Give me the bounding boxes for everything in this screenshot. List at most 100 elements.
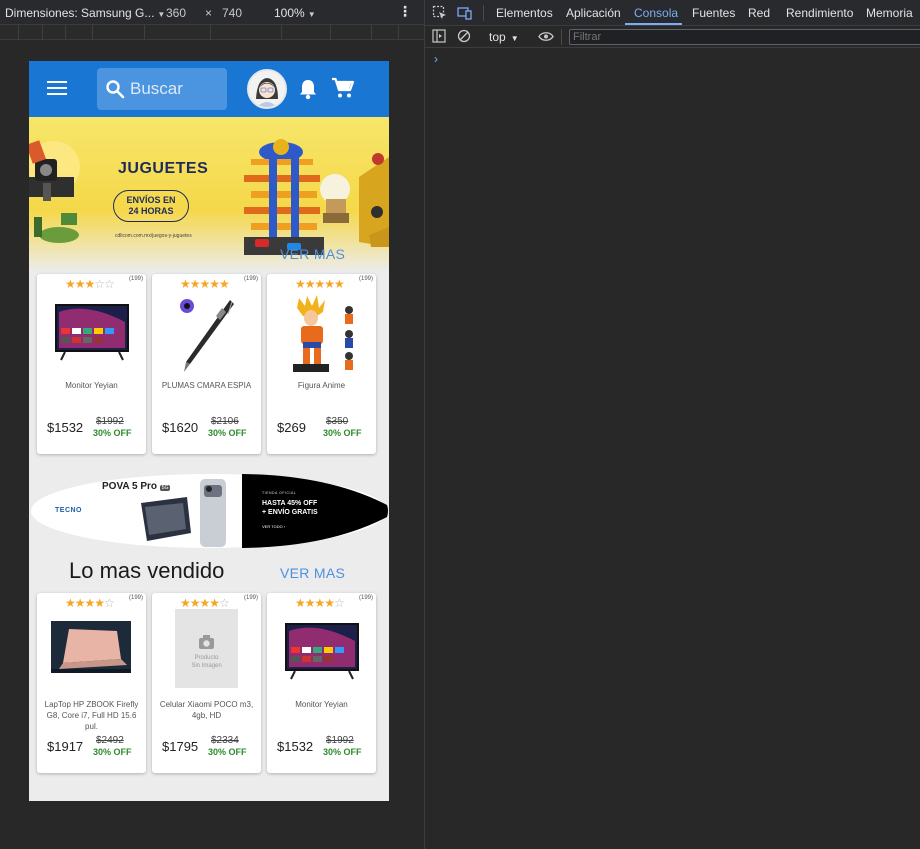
device-dimensions-select[interactable]: Dimensiones: Samsung G... ▼ [5, 6, 165, 20]
zoom-value: 100% [274, 6, 305, 20]
product-image-spy-pen [180, 299, 234, 372]
product-old-price: $2334 [211, 735, 239, 746]
promo-brand: TECNO [55, 507, 82, 514]
promo-artwork [31, 474, 388, 548]
rating-count: (199) [358, 595, 373, 601]
discount-label: 30% OFF [93, 428, 132, 438]
product-name: Figura Anime [297, 381, 346, 390]
device-width-input[interactable]: 360 [166, 6, 186, 20]
discount-label: 30% OFF [93, 747, 132, 757]
notifications-bell-icon[interactable] [298, 78, 318, 100]
tab-red[interactable]: Red [748, 6, 770, 20]
promo-product-badge: 5G [159, 485, 171, 491]
product-price: $1532 [47, 420, 84, 435]
shipping-badge: ENVÍOS EN 24 HORAS [113, 190, 189, 222]
chevron-down-icon: ▼ [510, 34, 519, 43]
rating-count: (199) [243, 595, 258, 601]
shipping-badge-line1: ENVÍOS EN [126, 195, 176, 205]
devtools-tab-bar: Elementos Aplicación Consola Fuentes Red… [425, 0, 920, 26]
menu-icon[interactable] [47, 81, 67, 97]
shopping-cart-icon[interactable] [331, 77, 355, 99]
camera-icon [199, 635, 214, 649]
product-old-price: $2106 [211, 416, 239, 427]
rating-count: (199) [358, 276, 373, 282]
device-toolbar: Dimensiones: Samsung G... ▼ 360 × 740 100… [0, 0, 424, 25]
product-card[interactable]: ★★★★★ (199) Figura Anime $269 $350 30% O… [267, 274, 376, 454]
sidebar-toggle-icon[interactable] [432, 29, 446, 43]
product-card[interactable]: ★★★★☆ (199) Producto Sin Imagen Celular … [152, 593, 261, 773]
rating-stars: ★★★★★ [180, 277, 230, 291]
rating-stars: ★★★★☆ [65, 596, 115, 610]
device-toolbar-icon[interactable] [457, 5, 473, 21]
discount-label: 30% OFF [208, 428, 247, 438]
product-name: Monitor Yeyian [65, 381, 118, 390]
product-card[interactable]: ★★★★☆ (199) Monitor Yeyian $1532 $1992 3… [267, 593, 376, 773]
tab-aplicacion[interactable]: Aplicación [566, 6, 621, 20]
rating-count: (199) [243, 276, 258, 282]
clear-console-icon[interactable] [457, 29, 471, 43]
tab-rendimiento[interactable]: Rendimiento [786, 6, 853, 20]
toolbar-separator [561, 29, 562, 45]
console-prompt[interactable]: › [434, 52, 438, 66]
product-image-monitor [285, 623, 359, 680]
banner-title: JUGUETES [118, 160, 209, 177]
tab-fuentes[interactable]: Fuentes [692, 6, 735, 20]
search-input[interactable] [130, 68, 222, 110]
product-name: LapTop HP ZBOOK Firefly G8, Core i7, Ful… [44, 700, 139, 731]
banner-url: cdlicom.com.mx/juegos-y-juguetes [115, 233, 192, 239]
product-image-placeholder: Producto Sin Imagen [175, 609, 238, 688]
product-card[interactable]: ★★★★☆ (199) LapTop HP ZBOOK Firefly G8, … [37, 593, 146, 773]
device-name: Dimensiones: Samsung G... [5, 6, 155, 20]
product-card[interactable]: ★★★★★ (199) PLUMAS CMARA ESPIA $1620 $21… [152, 274, 261, 454]
product-card[interactable]: ★★★☆☆ (199) Monitor Yeyian $1532 $1992 3… [37, 274, 146, 454]
chevron-down-icon: ▼ [307, 10, 316, 19]
console-toolbar: top ▼ [425, 26, 920, 48]
rating-count: (199) [128, 595, 143, 601]
live-expression-eye-icon[interactable] [538, 31, 554, 42]
dimension-times: × [205, 6, 213, 20]
tab-separator [483, 5, 484, 21]
rating-stars: ★★★★★ [295, 277, 345, 291]
promo-offer-line1: HASTA 45% OFF [262, 500, 318, 507]
context-value: top [489, 30, 506, 44]
panel-divider[interactable] [424, 0, 425, 849]
avatar[interactable] [247, 69, 287, 109]
product-old-price: $2492 [96, 735, 124, 746]
product-price: $1917 [47, 739, 84, 754]
device-height-input[interactable]: 740 [222, 6, 242, 20]
discount-label: 30% OFF [323, 747, 362, 757]
product-old-price: $1992 [96, 416, 124, 427]
ver-mas-link[interactable]: VER MAS [280, 246, 345, 262]
product-old-price: $1992 [326, 735, 354, 746]
more-options-icon[interactable]: ⋮ [398, 3, 412, 20]
chevron-down-icon: ▼ [157, 10, 166, 19]
zoom-select[interactable]: 100% ▼ [274, 6, 316, 20]
app-bar [29, 61, 389, 117]
context-select[interactable]: top ▼ [489, 30, 519, 44]
placeholder-line2: Sin Imagen [191, 663, 222, 669]
rating-stars: ★★★☆☆ [65, 277, 115, 291]
product-price: $1795 [162, 739, 199, 754]
console-filter-input[interactable] [569, 29, 920, 45]
promo-product-name: POVA 5 Pro [102, 481, 158, 492]
best-sellers-title: Lo mas vendido [69, 558, 225, 583]
promo-offer-line2: + ENVÍO GRATIS [262, 509, 318, 516]
inspect-element-icon[interactable] [432, 5, 448, 21]
product-image-anime-figure [293, 295, 353, 372]
tab-elementos[interactable]: Elementos [496, 6, 553, 20]
promo-offer: HASTA 45% OFF + ENVÍO GRATIS [262, 499, 318, 517]
product-name: PLUMAS CMARA ESPIA [161, 381, 252, 390]
tab-memoria[interactable]: Memoria [866, 6, 913, 20]
product-price: $269 [277, 420, 306, 435]
promo-banner[interactable]: TECNO POVA 5 Pro 5G TIENDA OFICIAL HASTA… [29, 473, 389, 549]
tab-consola[interactable]: Consola [634, 6, 678, 20]
best-sellers-ver-mas-link[interactable]: VER MAS [280, 565, 345, 581]
search-box[interactable] [97, 68, 227, 110]
product-name: Monitor Yeyian [295, 700, 348, 709]
promo-product: POVA 5 Pro 5G [102, 481, 171, 492]
rating-stars: ★★★★☆ [180, 596, 230, 610]
media-query-ruler [0, 25, 424, 40]
promo-cta[interactable]: VER TODO › [262, 524, 285, 529]
product-price: $1532 [277, 739, 314, 754]
rating-count: (199) [128, 276, 143, 282]
